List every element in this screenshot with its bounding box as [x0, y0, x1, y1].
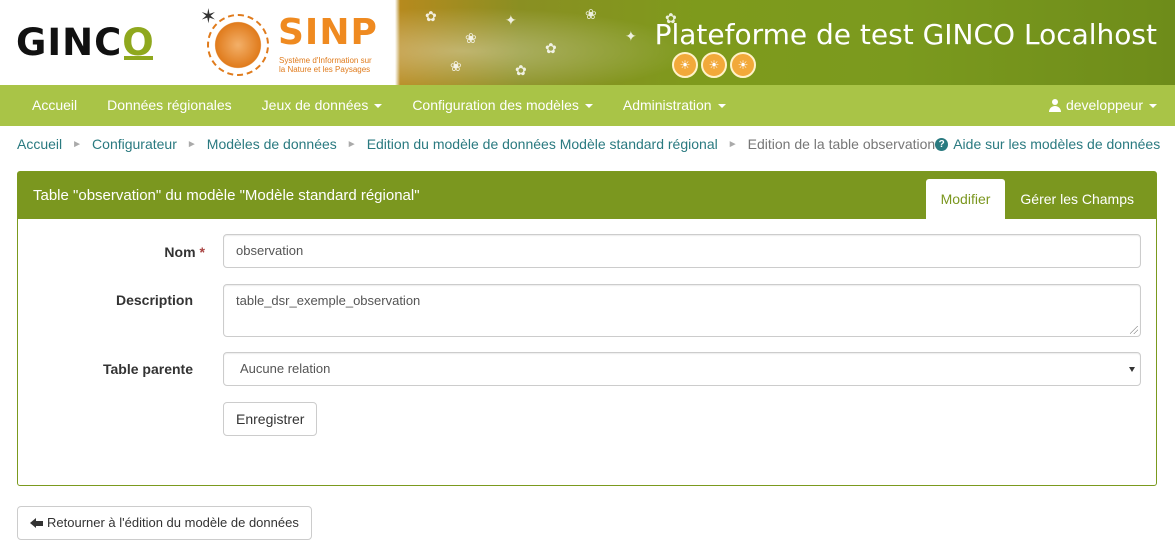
nav-item-donnees-regionales[interactable]: Données régionales	[92, 85, 247, 126]
name-label: Nom *	[164, 244, 205, 260]
user-name: developpeur	[1065, 97, 1143, 113]
sinp-title: SINP	[278, 12, 378, 53]
chevron-down-icon	[1129, 367, 1135, 372]
breadcrumb-configurateur[interactable]: Configurateur	[92, 136, 177, 152]
help-link-label: Aide sur les modèles de données	[953, 136, 1161, 152]
help-link[interactable]: ? Aide sur les modèles de données	[935, 136, 1160, 152]
main-navbar: Accueil Données régionales Jeux de donné…	[0, 85, 1175, 126]
panel-title: Table "observation" du modèle "Modèle st…	[33, 187, 420, 204]
tab-modifier[interactable]: Modifier	[925, 179, 1006, 219]
breadcrumb-separator-icon: ►	[727, 138, 738, 150]
name-input[interactable]: observation	[223, 234, 1141, 268]
required-marker: *	[199, 244, 205, 260]
nav-item-jeux-de-donnees[interactable]: Jeux de données	[247, 85, 398, 126]
parent-table-select[interactable]: Aucune relation	[223, 352, 1141, 386]
panel-heading: Table "observation" du modèle "Modèle st…	[18, 172, 1156, 219]
user-menu[interactable]: developpeur	[1048, 85, 1157, 126]
breadcrumb: Accueil ► Configurateur ► Modèles de don…	[17, 134, 1162, 154]
user-icon	[1048, 99, 1061, 112]
breadcrumb-accueil[interactable]: Accueil	[17, 136, 62, 152]
back-button-label: Retourner à l'édition du modèle de donné…	[47, 515, 299, 530]
caret-down-icon	[374, 104, 383, 109]
ginco-logo[interactable]: GINC O	[16, 21, 155, 64]
header-banner: GINC O ✶ SINP Système d'Information sur l…	[0, 0, 1175, 85]
sinp-logo[interactable]: ✶ SINP Système d'Information sur la Natu…	[195, 4, 390, 82]
sun-icon: ☀	[672, 52, 698, 78]
question-circle-icon: ?	[935, 137, 949, 151]
parent-table-label: Table parente	[103, 361, 193, 377]
caret-down-icon	[584, 104, 593, 109]
nav-item-configuration-modeles[interactable]: Configuration des modèles	[397, 85, 608, 126]
nav-item-accueil[interactable]: Accueil	[0, 85, 92, 126]
breadcrumb-current: Edition de la table observation	[747, 136, 936, 152]
arrow-left-icon	[30, 517, 43, 529]
resize-handle-icon[interactable]	[1130, 326, 1138, 334]
breadcrumb-separator-icon: ►	[72, 138, 83, 150]
tab-gerer-champs[interactable]: Gérer les Champs	[1005, 179, 1149, 219]
bird-icon: ✶	[200, 6, 217, 28]
sun-icon: ☀	[730, 52, 756, 78]
partner-badges: ☀ ☀ ☀	[672, 52, 756, 78]
panel-tabs: Modifier Gérer les Champs	[925, 179, 1149, 219]
breadcrumb-edition-modele[interactable]: Edition du modèle de données Modèle stan…	[367, 136, 718, 152]
breadcrumb-separator-icon: ►	[186, 138, 197, 150]
breadcrumb-separator-icon: ►	[346, 138, 357, 150]
description-textarea[interactable]: table_dsr_exemple_observation	[223, 284, 1141, 337]
caret-down-icon	[717, 104, 726, 109]
table-edit-panel: Table "observation" du modèle "Modèle st…	[17, 171, 1157, 486]
save-button[interactable]: Enregistrer	[223, 402, 318, 436]
caret-down-icon	[1149, 103, 1157, 108]
sun-icon: ☀	[701, 52, 727, 78]
nav-item-administration[interactable]: Administration	[608, 85, 741, 126]
sinp-subtitle: Système d'Information sur la Nature et l…	[279, 56, 372, 74]
breadcrumb-modeles-de-donnees[interactable]: Modèles de données	[207, 136, 337, 152]
description-label: Description	[115, 292, 193, 308]
back-to-model-button[interactable]: Retourner à l'édition du modèle de donné…	[17, 506, 312, 540]
platform-title: Plateforme de test GINCO Localhost	[654, 18, 1157, 51]
